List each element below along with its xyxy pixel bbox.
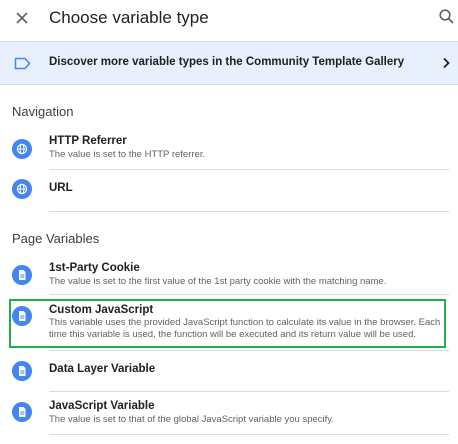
document-icon (12, 306, 32, 326)
banner-text: Discover more variable types in the Comm… (49, 56, 405, 68)
variable-type-custom-javascript[interactable]: Custom JavaScript This variable uses the… (0, 301, 458, 347)
dialog-title: Choose variable type (49, 8, 209, 27)
item-title: Data Layer Variable (49, 363, 156, 375)
search-icon[interactable] (438, 8, 456, 26)
divider (49, 391, 449, 392)
tag-outline-icon (14, 57, 31, 70)
divider (49, 294, 449, 295)
item-description: The value is set to the HTTP referrer. (49, 149, 206, 160)
close-icon[interactable] (11, 7, 33, 29)
item-description: This variable uses the provided JavaScri… (49, 317, 441, 340)
item-title: Custom JavaScript (49, 304, 154, 316)
document-icon (12, 402, 32, 422)
item-title: URL (49, 182, 73, 194)
item-description: The value is set to the first value of t… (49, 276, 387, 287)
item-title: HTTP Referrer (49, 135, 127, 147)
item-title: 1st-Party Cookie (49, 262, 140, 274)
variable-type-1st-party-cookie[interactable]: 1st-Party Cookie The value is set to the… (0, 258, 458, 294)
community-gallery-banner[interactable]: Discover more variable types in the Comm… (0, 41, 458, 85)
variable-type-javascript-variable[interactable]: JavaScript Variable The value is set to … (0, 396, 458, 432)
variable-type-http-referrer[interactable]: HTTP Referrer The value is set to the HT… (0, 132, 458, 168)
item-description: The value is set to that of the global J… (49, 414, 334, 425)
globe-icon (12, 139, 32, 159)
document-icon (12, 265, 32, 285)
dialog-header: Choose variable type (0, 0, 458, 40)
chevron-right-icon (441, 56, 451, 70)
document-icon (12, 361, 32, 381)
divider (49, 434, 449, 435)
variable-type-data-layer-variable[interactable]: Data Layer Variable (0, 353, 458, 389)
globe-icon (12, 179, 32, 199)
divider (49, 350, 449, 351)
item-title: JavaScript Variable (49, 400, 155, 412)
section-heading-page-variables: Page Variables (12, 231, 100, 246)
divider (49, 211, 449, 212)
section-heading-navigation: Navigation (12, 104, 74, 119)
divider (49, 169, 449, 170)
variable-type-url[interactable]: URL (0, 172, 458, 208)
